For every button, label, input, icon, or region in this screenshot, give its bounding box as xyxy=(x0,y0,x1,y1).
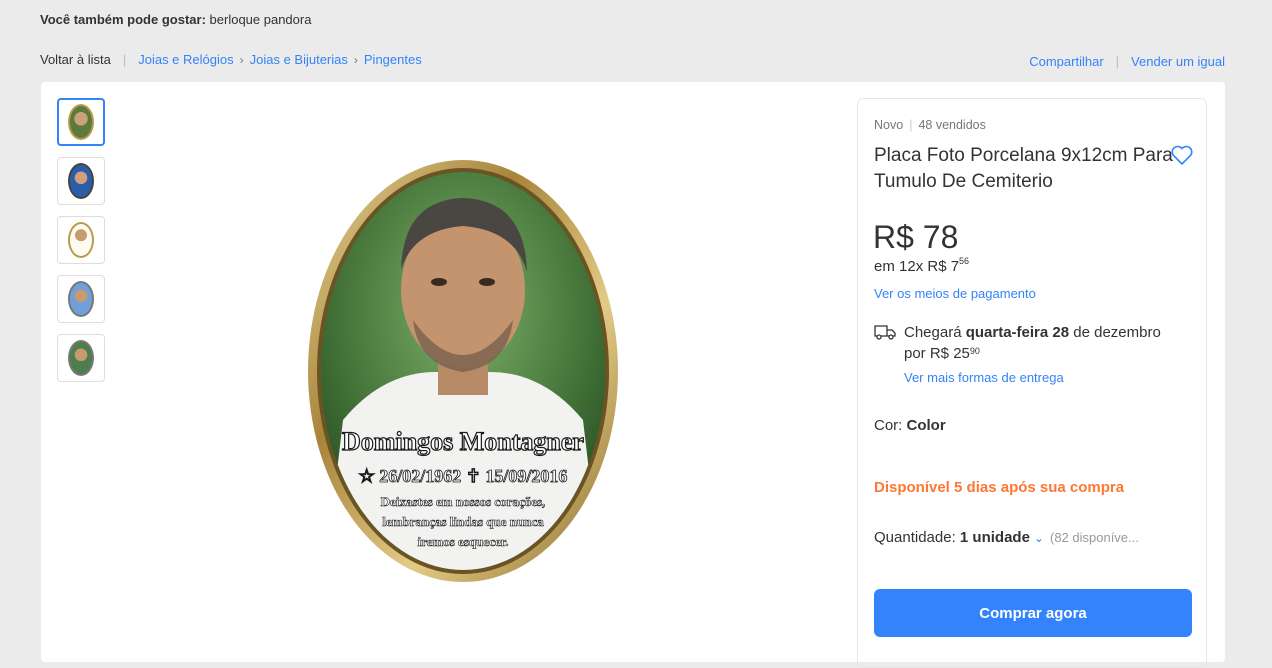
thumbnail-image xyxy=(68,222,94,258)
divider: | xyxy=(909,118,913,132)
installments-text: em 12x R$ 7 xyxy=(874,258,960,275)
thumbnail-2[interactable] xyxy=(57,157,105,205)
share-link[interactable]: Compartilhar xyxy=(1029,54,1103,69)
buy-now-button[interactable]: Comprar agora xyxy=(874,589,1192,637)
thumbnail-image xyxy=(68,104,94,140)
epitaph-line-3: iremos esquecer. xyxy=(418,534,509,549)
shipping-info: Chegará quarta-feira 28 de dezembro por … xyxy=(904,322,1161,364)
shipping-price-cents: 90 xyxy=(969,346,980,356)
suggestion-label: Você também pode gostar: xyxy=(40,12,206,27)
price: R$ 78 xyxy=(873,219,959,255)
divider: | xyxy=(122,52,127,67)
thumbnail-image xyxy=(68,340,94,376)
right-eye xyxy=(479,278,495,286)
shipping-day: quarta-feira 28 xyxy=(965,324,1070,341)
stock-available: (82 disponíve... xyxy=(1049,530,1139,545)
chevron-right-icon: › xyxy=(239,52,244,67)
availability-text: Disponível 5 dias após sua compra xyxy=(874,479,1124,496)
sold-count: 48 vendidos xyxy=(918,118,986,132)
condition-sold: Novo | 48 vendidos xyxy=(874,118,986,132)
quantity-label: Quantidade: xyxy=(874,529,956,546)
suggestion-bar: Você também pode gostar: berloque pandor… xyxy=(40,12,311,27)
buy-box: Novo | 48 vendidos Placa Foto Porcelana 9x… xyxy=(857,98,1207,668)
divider: | xyxy=(1115,54,1120,69)
sell-similar-link[interactable]: Vender um igual xyxy=(1131,54,1225,69)
breadcrumb-item-jewelry-watches[interactable]: Joias e Relógios xyxy=(138,52,233,67)
heart-icon[interactable] xyxy=(1170,144,1194,166)
availability-days: 5 xyxy=(954,479,963,496)
color-value: Color xyxy=(906,417,946,434)
availability-suffix: dias após sua compra xyxy=(966,479,1125,496)
product-card: Domingos Montagner ☆ 26/02/1962 ✝ 15/09/… xyxy=(41,82,1225,668)
memorial-dates: ☆ 26/02/1962 ✝ 15/09/2016 xyxy=(359,466,568,486)
left-eye xyxy=(431,278,447,286)
more-shipping-link[interactable]: Ver mais formas de entrega xyxy=(904,370,1064,385)
shipping-prefix: Chegará xyxy=(904,324,962,341)
memorial-name: Domingos Montagner xyxy=(342,427,584,456)
installments: em 12x R$ 756 xyxy=(874,256,970,275)
thumbnail-1[interactable] xyxy=(57,98,105,146)
installments-cents: 56 xyxy=(959,256,970,266)
product-main-image[interactable]: Domingos Montagner ☆ 26/02/1962 ✝ 15/09/… xyxy=(303,160,623,590)
thumbnail-4[interactable] xyxy=(57,275,105,323)
thumbnail-image xyxy=(68,281,94,317)
color-selector: Cor: Color xyxy=(874,417,946,434)
quantity-selector[interactable]: Quantidade: 1 unidade ⌄ (82 disponíve... xyxy=(874,529,1139,546)
condition-label: Novo xyxy=(874,118,904,132)
breadcrumb-item-pendants[interactable]: Pingentes xyxy=(364,52,422,67)
breadcrumb: Voltar à lista | Joias e Relógios › Joia… xyxy=(40,52,422,67)
epitaph-line-2: lembranças lindas que nunca xyxy=(382,514,544,529)
chevron-right-icon: › xyxy=(353,52,358,67)
product-title: Placa Foto Porcelana 9x12cm Para Tumulo … xyxy=(874,145,1173,192)
suggestion-link[interactable]: berloque pandora xyxy=(210,12,312,27)
epitaph-line-1: Deixastes em nossos corações, xyxy=(381,494,546,509)
availability-prefix: Disponível xyxy=(874,479,950,496)
thumbnail-list xyxy=(57,98,105,393)
shipping-month: de dezembro xyxy=(1073,324,1161,341)
color-label: Cor: xyxy=(874,417,903,434)
shipping-price: por R$ 25 xyxy=(904,345,970,362)
page-actions: Compartilhar | Vender um igual xyxy=(1029,54,1225,69)
back-to-list-link[interactable]: Voltar à lista xyxy=(40,52,111,67)
truck-icon xyxy=(874,325,896,340)
payment-methods-link[interactable]: Ver os meios de pagamento xyxy=(874,286,1036,301)
thumbnail-5[interactable] xyxy=(57,334,105,382)
chevron-down-icon: ⌄ xyxy=(1033,530,1044,545)
thumbnail-image xyxy=(68,163,94,199)
breadcrumb-item-jewelry[interactable]: Joias e Bijuterias xyxy=(250,52,348,67)
quantity-value: 1 unidade xyxy=(959,529,1030,546)
thumbnail-3[interactable] xyxy=(57,216,105,264)
